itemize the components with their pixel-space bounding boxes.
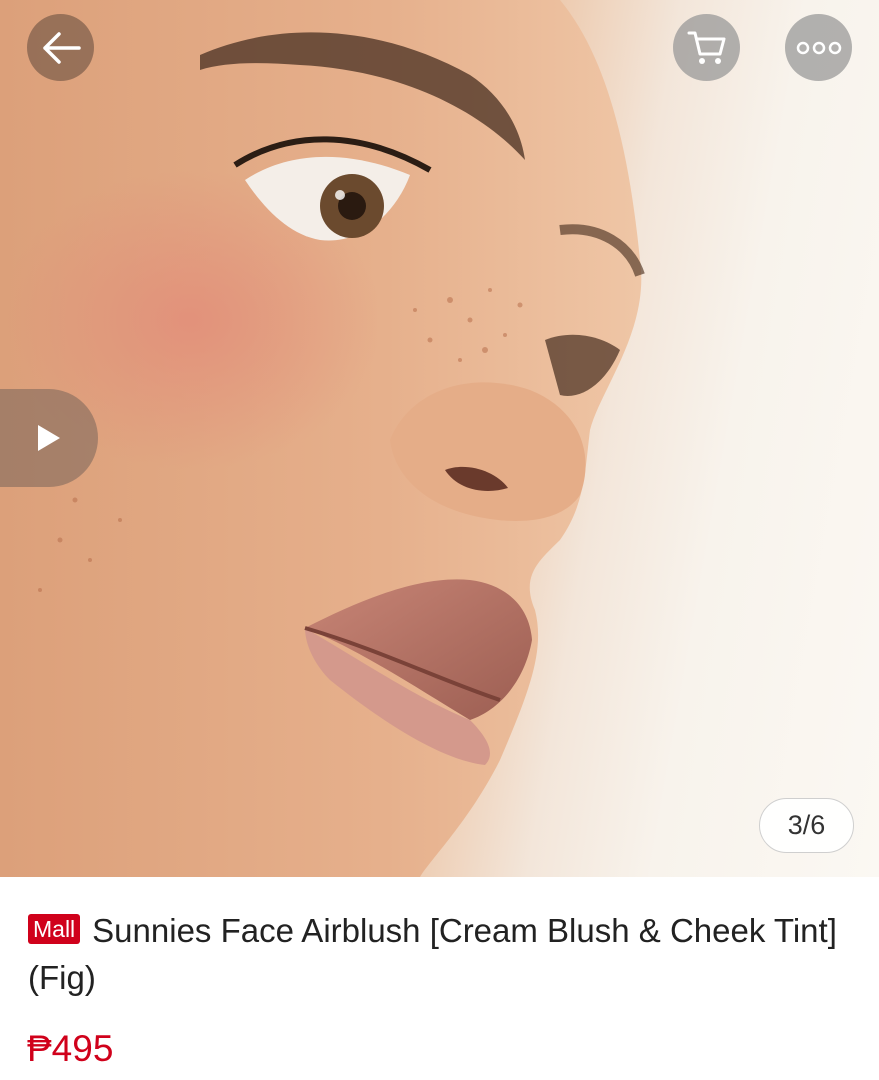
more-options-button[interactable] [785, 14, 852, 81]
product-detail-screen: 3/6 Mall Sunnies Face Airblush [Cream Blu… [0, 0, 879, 1080]
product-info: Mall Sunnies Face Airblush [Cream Blush &… [0, 877, 879, 1080]
image-page-indicator: 3/6 [759, 798, 854, 853]
more-horizontal-icon [796, 41, 841, 54]
cart-button[interactable] [673, 14, 740, 81]
shopping-cart-icon [687, 31, 725, 64]
mall-badge: Mall [28, 914, 81, 944]
back-button[interactable] [27, 14, 94, 81]
play-video-button[interactable] [0, 389, 98, 487]
play-icon [38, 425, 60, 451]
product-price: ₱495 [27, 1028, 114, 1069]
product-title: Sunnies Face Airblush [Cream Blush & Che… [28, 912, 837, 996]
product-photo [0, 0, 645, 877]
product-title-block: Mall Sunnies Face Airblush [Cream Blush &… [28, 907, 858, 1001]
product-image-gallery[interactable]: 3/6 [0, 0, 879, 877]
arrow-left-icon [42, 31, 81, 64]
